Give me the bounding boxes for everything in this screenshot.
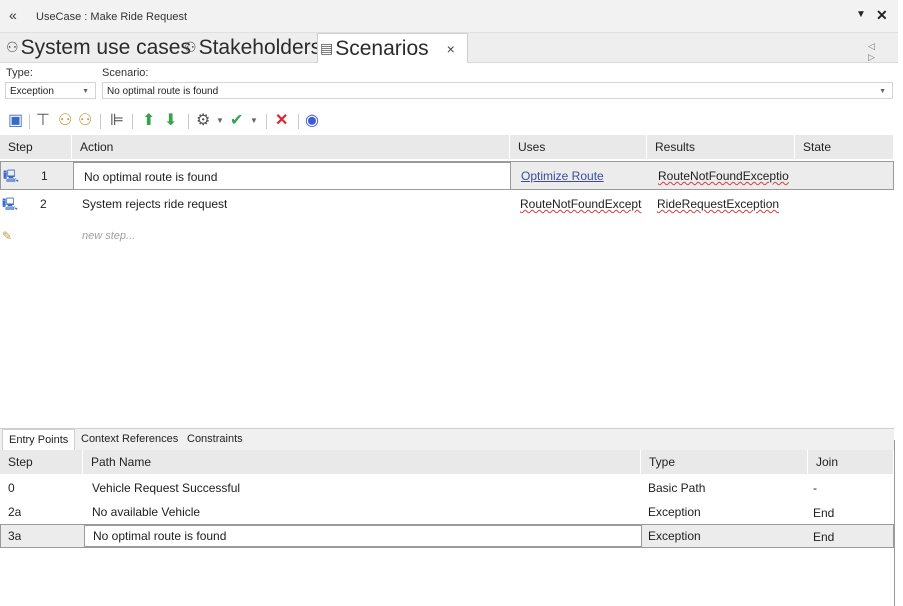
step-uses-link[interactable]: Optimize Route (511, 162, 604, 190)
step-results: RideRequestException (657, 197, 780, 211)
tab-strip: ⚇ System use cases ⚇ Stakeholders ▤ Scen… (0, 33, 898, 63)
move-up-icon[interactable]: ⬆ (142, 110, 155, 132)
step-uses: RouteNotFoundExcept (520, 197, 642, 211)
move-down-icon[interactable]: ⬇ (164, 110, 177, 132)
entry-step: 0 (8, 481, 15, 495)
new-step-placeholder[interactable]: new step... (72, 222, 135, 250)
entry-join: End (813, 530, 835, 544)
tab-label: Scenarios (335, 36, 429, 60)
toolbar-separator (298, 114, 299, 129)
entry-type: Basic Path (648, 481, 706, 495)
collapse-icon[interactable]: « (9, 7, 17, 23)
tab-label: Stakeholders (198, 35, 322, 59)
col-header-step[interactable]: Step (0, 450, 83, 474)
scenario-label: Scenario: (102, 67, 149, 79)
add-actor-icon[interactable]: ⚇ (58, 110, 72, 132)
remove-actor-icon[interactable]: ⚇ (78, 110, 92, 132)
panel-border (894, 440, 895, 606)
generate-icon[interactable]: ⚙ (196, 110, 210, 132)
tab-close-icon[interactable]: × (447, 41, 455, 57)
chevron-down-icon[interactable]: ▼ (250, 110, 258, 132)
table-row[interactable]: 0 Vehicle Request Successful Basic Path … (0, 476, 894, 500)
entry-join: - (813, 481, 817, 495)
chevron-down-icon[interactable]: ▼ (216, 110, 224, 132)
chevron-down-icon: ▼ (82, 88, 89, 95)
col-header-step[interactable]: Step (0, 135, 72, 159)
col-header-path-name[interactable]: Path Name (83, 450, 641, 474)
scenario-value: No optimal route is found (107, 86, 219, 97)
table-row[interactable]: 2a No available Vehicle Exception End (0, 500, 894, 524)
system-step-icon: 🖳 (2, 197, 19, 211)
bottom-tab-strip: Entry Points Context References Constrai… (0, 428, 894, 451)
window-title: UseCase : Make Ride Request (36, 11, 188, 23)
step-state (796, 162, 806, 190)
toolbar-separator (132, 114, 133, 129)
tab-scenarios[interactable]: ▤ Scenarios × (317, 33, 468, 63)
col-header-action[interactable]: Action (72, 135, 510, 159)
entry-step: 2a (8, 505, 22, 519)
tab-context-references[interactable]: Context References (75, 429, 184, 450)
step-state (795, 190, 805, 218)
scenario-icon: ▤ (320, 40, 334, 56)
entry-step: 3a (8, 529, 22, 543)
tree-icon[interactable]: ⊫ (110, 110, 124, 132)
tab-constraints[interactable]: Constraints (181, 429, 249, 450)
step-results: RouteNotFoundExceptio (658, 169, 789, 183)
chevron-down-icon: ▼ (879, 88, 886, 95)
entry-path-name[interactable]: No optimal route is found (84, 525, 642, 547)
toolbar-separator (100, 114, 101, 129)
step-action: System rejects ride request (82, 197, 228, 211)
table-row[interactable]: 🖳 2 System rejects ride request RouteNot… (0, 190, 894, 218)
close-icon[interactable]: ✕ (876, 7, 888, 24)
step-number: 2 (40, 197, 47, 211)
toolbar-separator (266, 114, 267, 129)
usecase-icon: ⚇ (184, 39, 197, 55)
tab-scroll-icon[interactable]: ◁ ▷ (868, 41, 898, 63)
col-header-results[interactable]: Results (647, 135, 795, 159)
col-header-join[interactable]: Join (808, 450, 894, 474)
entry-type: Exception (648, 505, 701, 519)
type-value: Exception (10, 86, 54, 97)
col-header-type[interactable]: Type (641, 450, 808, 474)
scenario-select[interactable]: No optimal route is found ▼ (102, 82, 893, 99)
col-header-state[interactable]: State (795, 135, 894, 159)
delete-icon[interactable]: ✕ (275, 110, 288, 132)
entry-path-name: Vehicle Request Successful (92, 481, 241, 495)
type-select[interactable]: Exception ▼ (5, 82, 96, 99)
entry-type: Exception (648, 529, 701, 543)
validate-icon[interactable]: ✔ (230, 110, 243, 132)
col-header-uses[interactable]: Uses (510, 135, 647, 159)
tab-entry-points[interactable]: Entry Points (2, 429, 76, 451)
entry-path-name: No available Vehicle (92, 505, 201, 519)
window-title-bar: « UseCase : Make Ride Request ▼ ✕ (0, 0, 898, 33)
tab-stakeholders[interactable]: ⚇ Stakeholders (184, 33, 321, 62)
save-icon[interactable]: ▣ (8, 110, 23, 132)
table-row[interactable]: 🖳 1 No optimal route is found Optimize R… (0, 161, 894, 190)
system-step-icon: 🖳 (3, 169, 20, 183)
new-step-row[interactable]: ✎ new step... (0, 222, 894, 250)
type-label: Type: (6, 67, 33, 79)
toolbar-separator (188, 114, 189, 129)
window-menu-icon[interactable]: ▼ (856, 9, 866, 20)
new-step-icon: ✎ (2, 229, 13, 243)
insert-step-icon[interactable]: ⊤ (36, 110, 50, 132)
help-icon[interactable]: ◉ (305, 110, 319, 132)
step-action[interactable]: No optimal route is found (73, 162, 511, 190)
entry-join: End (813, 506, 835, 520)
tab-label: System use cases (20, 35, 191, 59)
toolbar-separator (29, 114, 30, 129)
table-row[interactable]: 3a No optimal route is found Exception E… (0, 524, 894, 548)
tab-system-use-cases[interactable]: ⚇ System use cases (6, 33, 191, 62)
usecase-icon: ⚇ (6, 39, 19, 55)
step-number: 1 (41, 169, 48, 183)
